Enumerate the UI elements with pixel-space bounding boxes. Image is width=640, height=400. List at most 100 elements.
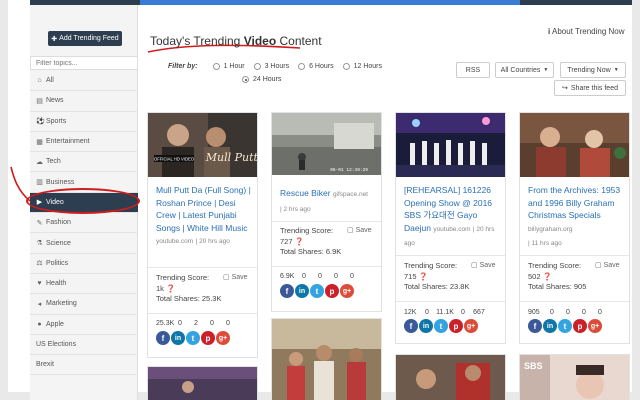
card-title-link[interactable]: Mull Putt Da (Full Song) | Roshan Prince… xyxy=(156,184,254,249)
trending-score-label: Trending Score: xyxy=(528,261,582,270)
googleplus-share-icon[interactable]: g+ xyxy=(464,319,478,333)
filter-topics-input[interactable] xyxy=(30,56,138,70)
annotation-arrow xyxy=(10,166,31,202)
twitter-share-icon[interactable]: t xyxy=(310,284,324,298)
bookmark-icon: ▢ xyxy=(347,227,354,234)
sidebar-item-tech[interactable]: ☁ Tech xyxy=(30,152,138,173)
about-trending-link[interactable]: i About Trending Now xyxy=(548,27,625,36)
pinterest-share-icon[interactable]: p xyxy=(325,284,339,298)
share-counts: 6.9K 0 0 0 0 xyxy=(280,273,360,280)
save-button[interactable]: ▢ Save xyxy=(223,273,248,281)
trending-score-value: 727 xyxy=(280,236,293,246)
sidebar-item-science[interactable]: ⚗ Science xyxy=(30,233,138,254)
sidebar-item-entertainment[interactable]: ▦ Entertainment xyxy=(30,132,138,153)
sidebar-item-apple[interactable]: ● Apple xyxy=(30,315,138,335)
filter-option-label: 3 Hours xyxy=(264,63,290,70)
share-buttons: f in t p g+ xyxy=(280,284,354,298)
sort-label: Trending Now xyxy=(567,66,611,74)
filter-option-1-hour[interactable]: 1 Hour xyxy=(212,63,245,70)
card-title-link[interactable]: [REHEARSAL] 161226 Opening Show @ 2016 S… xyxy=(404,184,504,251)
gavel-icon: ⚖ xyxy=(36,260,43,268)
pinterest-share-icon[interactable]: p xyxy=(201,331,215,345)
card-divider xyxy=(148,267,257,268)
page-title-topic: Video xyxy=(243,34,277,48)
save-button[interactable]: ▢ Save xyxy=(471,261,496,269)
ball-icon: ⚽ xyxy=(36,118,45,126)
sidebar-item-health[interactable]: ♥ Health xyxy=(30,274,138,295)
googleplus-share-icon[interactable]: g+ xyxy=(588,319,602,333)
plus-icon: ✚ xyxy=(51,35,58,43)
card-source: billygraham.org xyxy=(528,225,573,233)
card-source: youtube.com xyxy=(433,225,471,233)
add-trending-feed-button[interactable]: ✚ Add Trending Feed xyxy=(48,31,122,46)
card-time-ago: | 2 hrs ago xyxy=(280,205,311,213)
facebook-share-icon[interactable]: f xyxy=(280,284,294,298)
countries-dropdown[interactable]: All Countries ▼ xyxy=(495,62,554,78)
facebook-share-icon[interactable]: f xyxy=(156,331,170,345)
help-icon[interactable]: ❓ xyxy=(166,284,175,293)
video-thumbnail[interactable]: OFFICIAL HD VIDEO Mull Putt DA xyxy=(148,113,257,177)
sidebar-item-label: Business xyxy=(46,178,75,186)
share-feed-button[interactable]: ↪ Share this feed xyxy=(554,80,626,96)
sidebar-item-politics[interactable]: ⚖ Politics xyxy=(30,254,138,274)
pinterest-share-icon[interactable]: p xyxy=(573,319,587,333)
sidebar-item-all[interactable]: ⌂ All xyxy=(30,71,138,92)
card-divider xyxy=(272,221,381,222)
sidebar-item-label: Brexit xyxy=(36,361,54,369)
filter-option-12-hours[interactable]: 12 Hours xyxy=(342,63,382,70)
sidebar-item-news[interactable]: ▤ News xyxy=(30,91,138,112)
filter-option-3-hours[interactable]: 3 Hours xyxy=(253,63,290,70)
content-card: [REHEARSAL] 161226 Opening Show @ 2016 S… xyxy=(395,112,506,344)
help-icon[interactable]: ❓ xyxy=(295,237,304,246)
linkedin-share-icon[interactable]: in xyxy=(295,284,309,298)
facebook-share-icon[interactable]: f xyxy=(528,319,542,333)
page-title-prefix: Today's Trending xyxy=(150,34,241,48)
googleplus-share-icon[interactable]: g+ xyxy=(340,284,354,298)
filter-option-24-hours[interactable]: 24 Hours xyxy=(242,76,281,83)
video-thumbnail[interactable] xyxy=(272,319,381,400)
save-button[interactable]: ▢ Save xyxy=(595,261,620,269)
card-divider xyxy=(520,301,629,302)
video-thumbnail[interactable] xyxy=(520,113,629,177)
radio-icon xyxy=(253,63,261,70)
pinterest-share-icon[interactable]: p xyxy=(449,319,463,333)
linkedin-share-icon[interactable]: in xyxy=(543,319,557,333)
save-button[interactable]: ▢ Save xyxy=(347,226,372,234)
card-title-link[interactable]: Rescue Biker gifspace.net | 2 hrs ago xyxy=(280,187,380,216)
linkedin-count: 0 xyxy=(178,320,182,327)
facebook-share-icon[interactable]: f xyxy=(404,319,418,333)
googleplus-share-icon[interactable]: g+ xyxy=(216,331,230,345)
sidebar-item-us-elections[interactable]: US Elections xyxy=(30,335,138,356)
twitter-share-icon[interactable]: t xyxy=(558,319,572,333)
googleplus-count: 0 xyxy=(226,320,230,327)
countries-label: All Countries xyxy=(500,66,541,74)
share-icon: ↪ xyxy=(562,85,568,92)
twitter-share-icon[interactable]: t xyxy=(186,331,200,345)
thumbnail-caption: SBS xyxy=(524,361,543,371)
video-thumbnail[interactable] xyxy=(396,113,505,177)
sort-dropdown[interactable]: Trending Now ▼ xyxy=(560,62,626,78)
sidebar-item-sports[interactable]: ⚽ Sports xyxy=(30,112,138,132)
page-title: Today's Trending Video Content xyxy=(150,34,322,48)
sidebar-item-marketing[interactable]: ◂ Marketing xyxy=(30,294,138,315)
twitter-share-icon[interactable]: t xyxy=(434,319,448,333)
card-title: From the Archives: 1953 and 1996 Billy G… xyxy=(528,185,621,221)
sidebar-item-fashion[interactable]: ✎ Fashion xyxy=(30,213,138,234)
twitter-count: 11.1K xyxy=(436,309,454,316)
linkedin-share-icon[interactable]: in xyxy=(171,331,185,345)
card-title-link[interactable]: From the Archives: 1953 and 1996 Billy G… xyxy=(528,184,628,251)
pinterest-count: 0 xyxy=(334,273,338,280)
filter-option-6-hours[interactable]: 6 Hours xyxy=(298,63,334,70)
video-thumbnail[interactable] xyxy=(148,367,257,400)
help-icon[interactable]: ❓ xyxy=(543,272,552,281)
video-thumbnail[interactable]: 06-01 12:49:29 xyxy=(272,113,381,175)
rss-button[interactable]: RSS xyxy=(456,62,490,78)
help-icon[interactable]: ❓ xyxy=(419,272,428,281)
trending-score-value: 715 xyxy=(404,271,417,281)
thumbnail-caption: 06-01 12:49:29 xyxy=(330,167,368,173)
video-thumbnail[interactable] xyxy=(396,355,505,400)
sidebar-item-brexit[interactable]: Brexit xyxy=(30,355,138,376)
linkedin-share-icon[interactable]: in xyxy=(419,319,433,333)
video-thumbnail[interactable]: SBS xyxy=(520,355,629,400)
trending-score: Trending Score: 727 ❓ Total Shares: 6.9K xyxy=(280,226,341,258)
